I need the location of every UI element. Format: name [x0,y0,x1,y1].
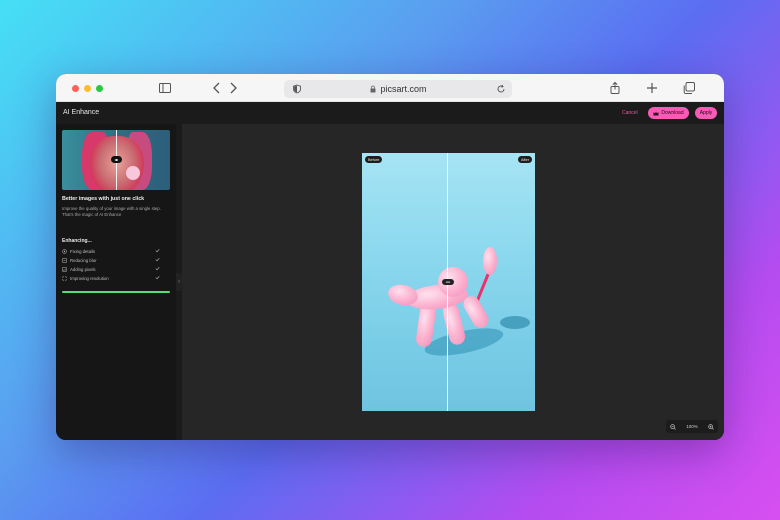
apply-button[interactable]: Apply [695,107,717,119]
zoom-out-icon[interactable] [670,423,676,430]
step-improving-resolution: Improving resolution [62,274,160,282]
sidebar-heading: Better images with just one click [62,196,145,202]
page-title: AI Enhance [63,109,100,116]
reload-icon[interactable] [496,84,506,94]
step-fixing-details: Fixing details [62,247,160,255]
pixels-icon [62,266,67,272]
share-icon[interactable] [608,81,622,95]
step-reducing-blur: Reducing blur [62,256,160,264]
blur-icon [62,257,67,263]
sidebar-toggle-icon[interactable] [158,81,172,95]
minimize-window-button[interactable] [84,85,91,92]
chevron-left-icon: ‹ [178,279,180,285]
crown-icon [653,111,659,116]
step-label: Reducing blur [70,257,97,263]
check-icon [155,248,160,253]
url-text: picsart.com [380,84,427,94]
step-label: Adding pixels [70,266,96,272]
image-canvas: ◂ ▸ Before After 100% [182,124,724,440]
progress-fill [62,291,170,293]
download-label: Download [661,110,684,116]
fix-icon [62,248,67,254]
forward-icon[interactable] [226,81,240,95]
check-icon [155,266,160,271]
step-adding-pixels: Adding pixels [62,265,160,273]
enhance-sidebar: ◂▸ Better images with just one click Imp… [56,124,176,440]
sidebar-description: Improve the quality of your image with a… [62,206,161,217]
step-label: Fixing details [70,248,96,254]
resolution-icon [62,276,67,281]
close-window-button[interactable] [72,85,79,92]
comparison-slider-handle[interactable]: ◂ ▸ [442,279,454,285]
thumbnail-slider-handle: ◂▸ [111,156,122,163]
after-label: After [517,156,532,163]
browser-toolbar: picsart.com [56,74,724,102]
cancel-button[interactable]: Cancel [622,110,638,116]
comparison-image[interactable]: ◂ ▸ Before After [362,153,535,411]
back-icon[interactable] [210,81,224,95]
check-icon [155,275,160,280]
editor-app: AI Enhance Cancel Download Apply ◂▸ Bett… [56,102,724,440]
tab-overview-icon[interactable] [682,81,696,95]
download-button[interactable]: Download [648,107,689,119]
lock-icon [369,85,377,93]
before-label: Before [365,156,383,163]
zoom-level: 100% [686,424,698,429]
editor-topbar: AI Enhance Cancel Download Apply [56,102,724,124]
browser-window: picsart.com AI Enhance Cancel Download A… [56,74,724,440]
example-thumbnail: ◂▸ [62,130,170,190]
shield-icon[interactable] [292,84,302,94]
step-label: Improving resolution [70,275,109,281]
enhance-progress-bar [62,291,170,293]
enhancing-title: Enhancing... [62,238,92,244]
zoom-control: 100% [666,420,718,433]
new-tab-icon[interactable] [645,81,659,95]
maximize-window-button[interactable] [96,85,103,92]
check-icon [155,257,160,262]
address-bar[interactable]: picsart.com [284,80,512,98]
zoom-in-icon[interactable] [708,423,714,430]
